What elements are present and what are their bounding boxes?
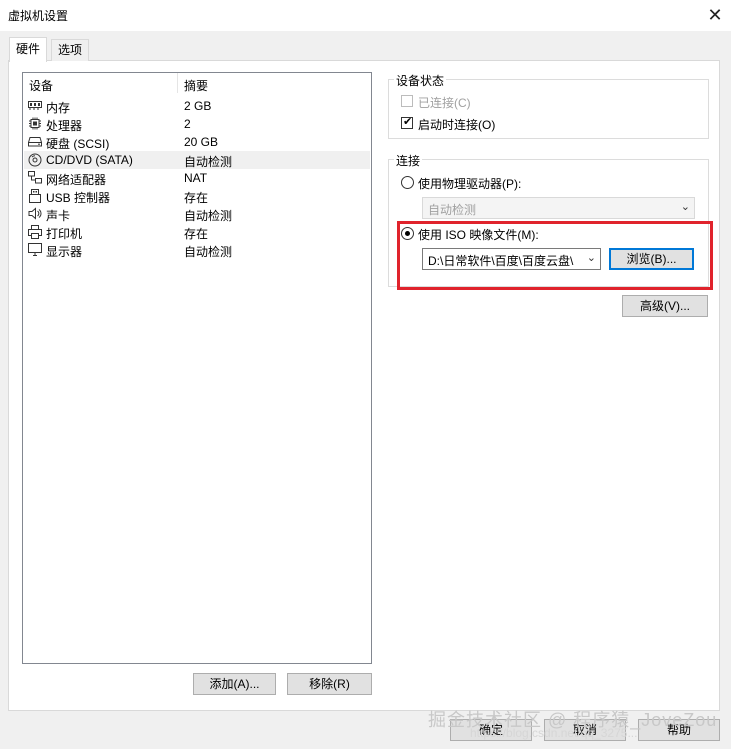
device-row-memory[interactable]: 内存 2 GB: [24, 97, 370, 115]
device-summary: 自动检测: [184, 155, 233, 169]
usb-icon: [28, 189, 42, 203]
watermark-url: https://blog.csdn.net/qq_3275...: [470, 726, 638, 740]
physical-drive-value: 自动检测: [428, 203, 477, 217]
checkmark-icon: ✔: [403, 116, 413, 128]
title-bar: [0, 0, 731, 31]
device-summary: 自动检测: [184, 209, 233, 223]
connect-at-power-on-checkbox[interactable]: ✔: [401, 116, 413, 129]
device-row-display[interactable]: 显示器 自动检测: [24, 241, 370, 259]
device-name: 显示器: [46, 245, 83, 259]
tab-hardware[interactable]: 硬件: [9, 37, 48, 62]
connected-label: 已连接(C): [418, 96, 471, 110]
device-row-printer[interactable]: 打印机 存在: [24, 223, 370, 241]
physical-drive-label: 使用物理驱动器(P):: [418, 177, 522, 191]
device-row-hard-disk[interactable]: 硬盘 (SCSI) 20 GB: [24, 133, 370, 151]
tab-options[interactable]: 选项: [51, 39, 90, 61]
device-row-network-adapter[interactable]: 网络适配器 NAT: [24, 169, 370, 187]
network-adapter-icon: [28, 171, 42, 184]
physical-drive-select[interactable]: 自动检测 ⌄: [422, 197, 695, 219]
processor-icon: [28, 117, 42, 130]
remove-device-button[interactable]: 移除(R): [287, 673, 372, 695]
memory-icon: [28, 99, 42, 112]
speaker-icon: [28, 207, 42, 220]
device-row-processor[interactable]: 处理器 2: [24, 115, 370, 133]
device-name: 处理器: [46, 119, 83, 133]
add-device-button[interactable]: 添加(A)...: [193, 673, 276, 695]
device-name: 硬盘 (SCSI): [46, 137, 110, 151]
window-title: 虚拟机设置: [8, 9, 69, 23]
device-summary: 存在: [184, 191, 209, 205]
connection-legend: 连接: [394, 152, 423, 169]
device-row-cd-dvd[interactable]: CD/DVD (SATA) 自动检测: [24, 151, 370, 169]
device-summary: 2 GB: [184, 99, 212, 113]
device-summary: NAT: [184, 171, 208, 185]
chevron-down-icon: ⌄: [680, 201, 690, 213]
device-name: USB 控制器: [46, 191, 111, 205]
cd-dvd-icon: [28, 153, 42, 167]
device-row-usb[interactable]: USB 控制器 存在: [24, 187, 370, 205]
device-summary: 20 GB: [184, 135, 219, 149]
device-name: 内存: [46, 101, 71, 115]
physical-drive-radio[interactable]: [401, 176, 414, 189]
close-icon[interactable]: ✕: [704, 4, 726, 26]
device-name: 网络适配器: [46, 173, 107, 187]
connect-at-power-on-label: 启动时连接(O): [418, 118, 496, 132]
monitor-icon: [28, 243, 42, 256]
device-summary: 存在: [184, 227, 209, 241]
device-name: 声卡: [46, 209, 71, 223]
connected-checkbox[interactable]: [401, 95, 413, 107]
printer-icon: [28, 225, 42, 239]
column-separator[interactable]: [177, 73, 178, 93]
highlight-box: [397, 221, 713, 290]
column-header-device[interactable]: 设备: [29, 77, 53, 94]
column-header-summary[interactable]: 摘要: [184, 77, 208, 94]
hard-disk-icon: [27, 135, 43, 148]
device-name: CD/DVD (SATA): [46, 153, 133, 167]
device-summary: 2: [184, 117, 191, 131]
advanced-button[interactable]: 高级(V)...: [622, 295, 708, 317]
device-name: 打印机: [46, 227, 83, 241]
device-status-legend: 设备状态: [394, 72, 447, 89]
device-summary: 自动检测: [184, 245, 233, 259]
device-row-sound-card[interactable]: 声卡 自动检测: [24, 205, 370, 223]
